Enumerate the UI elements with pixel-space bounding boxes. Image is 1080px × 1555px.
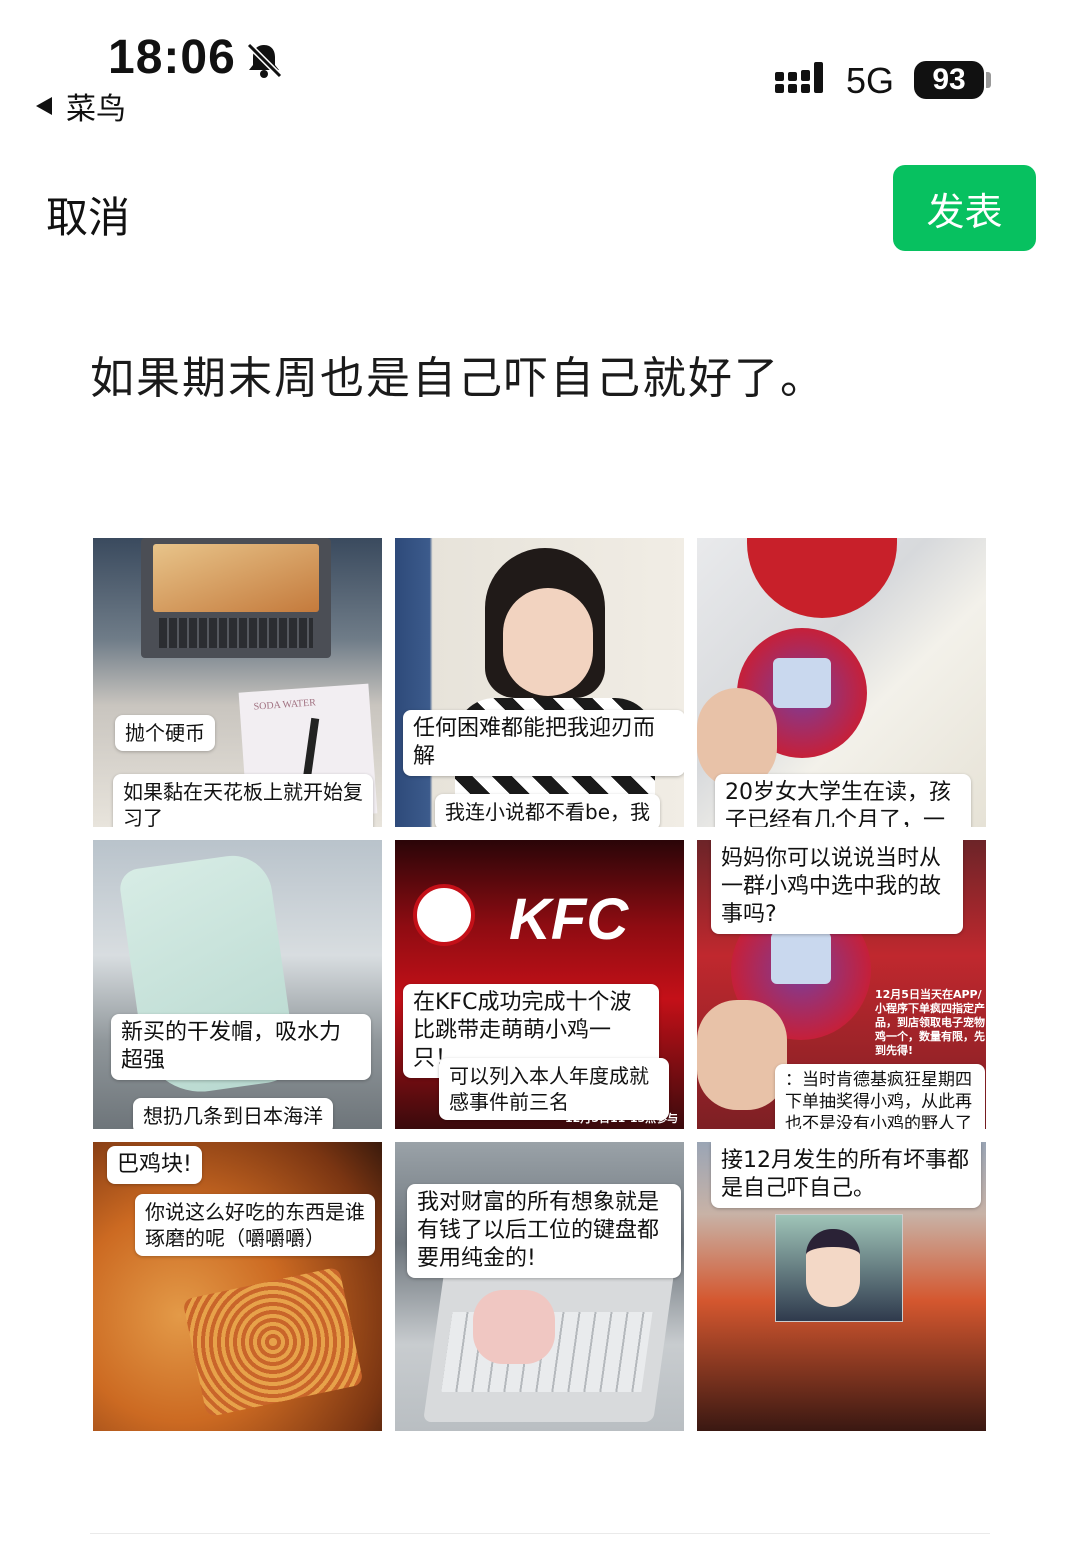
photo-4-caption-2: 想扔几条到日本海洋 xyxy=(133,1098,333,1129)
cancel-button[interactable]: 取消 xyxy=(46,184,130,245)
photo-thumbnail-3[interactable]: 20岁女大学生在读，孩子已经有几个月了，一节 xyxy=(697,538,986,827)
photo-7-caption-2: 你说这么好吃的东西是谁琢磨的呢（嚼嚼嚼） xyxy=(135,1194,375,1256)
kfc-sign: KFC xyxy=(509,887,629,952)
bell-mute-icon xyxy=(246,42,283,79)
photo-1-caption-1: 抛个硬币 xyxy=(115,715,215,751)
photo-6-caption-2: ：当时肯德基疯狂星期四下单抽奖得小鸡，从此再也不是没有小鸡的野人了 xyxy=(775,1064,985,1129)
network-type: 5G xyxy=(846,60,895,101)
signal-icon xyxy=(775,62,823,93)
back-arrow-icon xyxy=(36,97,52,115)
battery-icon: 93 xyxy=(914,61,984,99)
photo-thumbnail-5[interactable]: KFC 在KFC成功完成十个波比跳带走萌萌小鸡一只！ 可以列入本人年度成就感事件… xyxy=(395,840,684,1129)
back-to-app[interactable]: 菜鸟 xyxy=(36,84,126,128)
photo-6-fine-print: 12月5日当天在APP/小程序下单疯四指定产品，到店领取电子宠物鸡一个，数量有限… xyxy=(875,988,985,1057)
anime-character-sticker xyxy=(775,1214,903,1322)
photo-9-caption-1: 接12月发生的所有坏事都是自己吓自己。 xyxy=(711,1142,981,1208)
face-shape xyxy=(503,588,593,696)
photo-6-caption-1: 妈妈你可以说说当时从一群小鸡中选中我的故事吗? xyxy=(711,840,963,934)
laptop-shape xyxy=(141,538,331,658)
soda-water-label: SODA WATER xyxy=(253,697,317,713)
publish-button[interactable]: 发表 xyxy=(893,165,1036,251)
photo-thumbnail-4[interactable]: 新买的干发帽，吸水力超强 想扔几条到日本海洋 xyxy=(93,840,382,1129)
photo-2-caption-2: 我连小说都不看be，我 xyxy=(435,794,660,827)
bottom-divider xyxy=(90,1533,990,1534)
meme-face-sticker xyxy=(473,1290,555,1364)
photo-thumbnail-1[interactable]: SODA WATER 抛个硬币 如果黏在天花板上就开始复习了 xyxy=(93,538,382,827)
battery-level: 93 xyxy=(932,63,966,96)
photo-7-caption-1: 巴鸡块! xyxy=(107,1146,202,1184)
hand-shape xyxy=(697,1000,787,1110)
status-time: 18:06 xyxy=(108,31,236,84)
battery-tip xyxy=(986,72,991,88)
photo-thumbnail-6[interactable]: 妈妈你可以说说当时从一群小鸡中选中我的故事吗? 12月5日当天在APP/小程序下… xyxy=(697,840,986,1129)
photo-1-caption-2: 如果黏在天花板上就开始复习了 xyxy=(113,774,373,827)
kfc-logo-icon xyxy=(413,884,475,946)
photo-thumbnail-9[interactable]: 接12月发生的所有坏事都是自己吓自己。 xyxy=(697,1142,986,1431)
photo-3-caption-1: 20岁女大学生在读，孩子已经有几个月了，一节 xyxy=(715,774,971,827)
post-text-input[interactable]: 如果期末周也是自己吓自己就好了。 xyxy=(90,342,826,406)
photo-thumbnail-2[interactable]: 任何困难都能把我迎刃而解 我连小说都不看be，我 xyxy=(395,538,684,827)
photo-5-fine-print: 12月5日11-13点参与 xyxy=(565,1112,679,1125)
back-app-label: 菜鸟 xyxy=(66,92,126,127)
photo-8-caption-1: 我对财富的所有想象就是有钱了以后工位的键盘都要用纯金的! xyxy=(407,1184,681,1278)
status-bar: 18:06 菜鸟 5G 93 xyxy=(0,0,1080,130)
photo-2-caption-1: 任何困难都能把我迎刃而解 xyxy=(403,710,684,776)
photo-4-caption-1: 新买的干发帽，吸水力超强 xyxy=(111,1014,371,1080)
photo-grid: SODA WATER 抛个硬币 如果黏在天花板上就开始复习了 任何困难都能把我迎… xyxy=(93,538,987,1432)
hand-shape xyxy=(697,688,777,788)
photo-5-caption-2: 可以列入本人年度成就感事件前三名 xyxy=(439,1058,669,1120)
photo-thumbnail-7[interactable]: 巴鸡块! 你说这么好吃的东西是谁琢磨的呢（嚼嚼嚼） xyxy=(93,1142,382,1431)
photo-thumbnail-8[interactable]: 我对财富的所有想象就是有钱了以后工位的键盘都要用纯金的! xyxy=(395,1142,684,1431)
